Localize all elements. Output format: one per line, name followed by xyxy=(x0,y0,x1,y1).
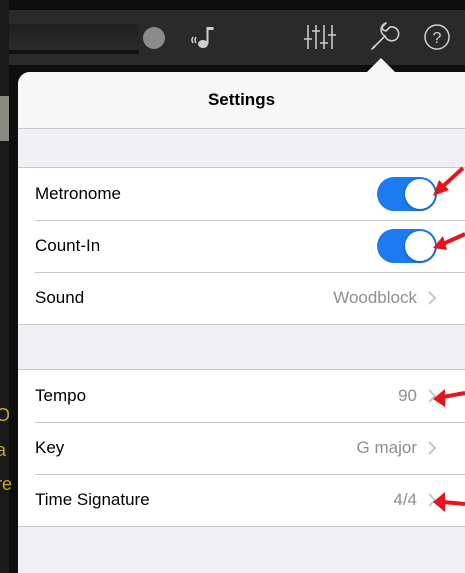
track-line xyxy=(9,50,139,54)
metronome-row: Metronome xyxy=(18,168,465,220)
annotation-arrow-icon xyxy=(433,492,465,512)
count-in-label: Count-In xyxy=(35,236,101,255)
count-in-toggle[interactable] xyxy=(377,229,437,263)
metronome-group: Metronome Count-In Sound Woodblock xyxy=(18,167,465,325)
annotation-arrow-icon xyxy=(433,166,465,196)
background-track-region xyxy=(0,96,9,141)
annotation-arrow-icon xyxy=(433,389,465,407)
background-letter: O xyxy=(0,405,11,425)
background-letter: re xyxy=(0,474,13,494)
chevron-right-icon xyxy=(428,291,437,305)
count-in-row: Count-In xyxy=(18,220,465,272)
time-signature-row[interactable]: Time Signature 4/4 xyxy=(18,474,465,526)
metronome-toggle[interactable] xyxy=(377,177,437,211)
toolbar: ? xyxy=(9,10,465,65)
mixer-icon xyxy=(304,25,336,49)
time-signature-value: 4/4 xyxy=(393,490,417,509)
key-row[interactable]: Key G major xyxy=(18,422,465,474)
metronome-button[interactable] xyxy=(187,19,223,55)
help-icon: ? xyxy=(424,24,450,50)
tempo-group: Tempo 90 Key G major Time Signature 4/4 xyxy=(18,369,465,527)
mixer-button[interactable] xyxy=(302,19,338,55)
chevron-right-icon xyxy=(428,441,437,455)
settings-button[interactable] xyxy=(365,19,401,55)
background-letter: a xyxy=(0,440,7,460)
help-glyph: ? xyxy=(433,30,442,47)
tempo-label: Tempo xyxy=(35,386,87,405)
record-button[interactable] xyxy=(138,19,174,55)
popover-title: Settings xyxy=(207,90,276,109)
tempo-value: 90 xyxy=(398,386,417,405)
settings-popover: Settings Metronome Count-In Sound Woodbl… xyxy=(18,72,465,573)
metronome-label: Metronome xyxy=(35,184,121,203)
key-value: G major xyxy=(356,438,417,457)
track-scrubber[interactable] xyxy=(9,24,139,54)
annotation-arrow-icon xyxy=(433,232,465,250)
record-icon xyxy=(143,27,165,49)
tempo-row[interactable]: Tempo 90 xyxy=(18,370,465,422)
sound-value: Woodblock xyxy=(333,288,417,307)
time-signature-label: Time Signature xyxy=(35,490,150,509)
sound-row[interactable]: Sound Woodblock xyxy=(18,272,465,324)
key-label: Key xyxy=(35,438,65,457)
metronome-icon xyxy=(191,27,214,48)
popover-header: Settings xyxy=(18,72,465,129)
wrench-icon xyxy=(371,22,400,50)
sound-label: Sound xyxy=(35,288,85,307)
help-button[interactable]: ? xyxy=(419,19,455,55)
